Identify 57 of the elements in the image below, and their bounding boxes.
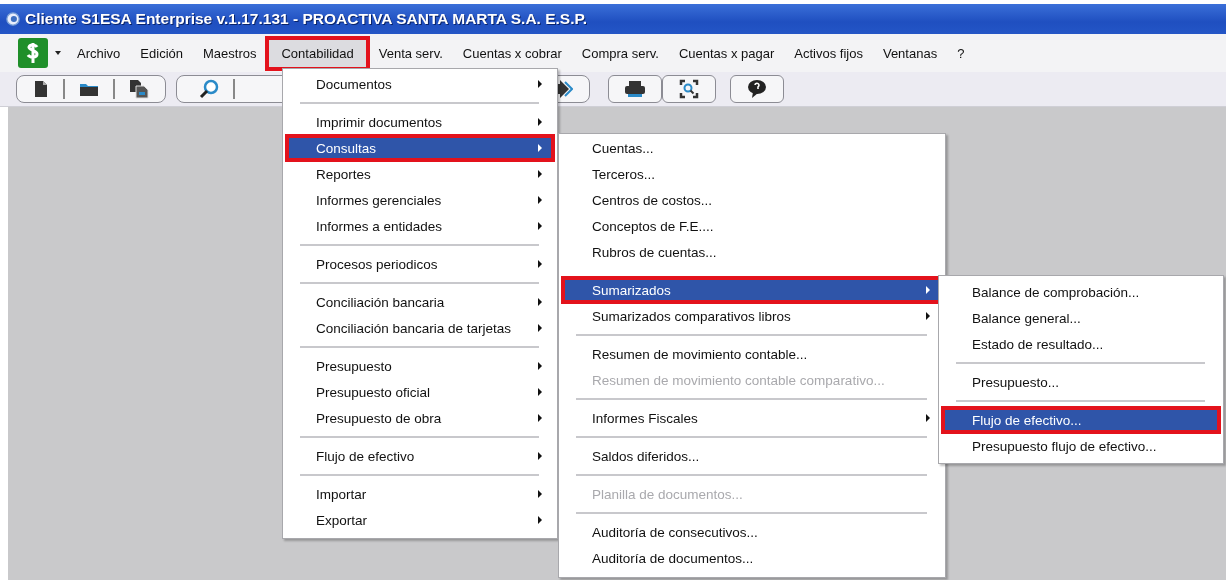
print-button[interactable]	[608, 75, 662, 103]
copy-icon[interactable]	[129, 79, 149, 99]
menu-bar-item[interactable]: Activos fijos	[785, 42, 872, 64]
speech-bubble-icon	[747, 79, 767, 99]
menu-item[interactable]: Conceptos de F.E....	[562, 213, 942, 239]
menu-item[interactable]: Imprimir documentos	[286, 109, 554, 135]
menu-item[interactable]: Presupuesto oficial	[286, 379, 554, 405]
menu-bar-item[interactable]: Cuentas x pagar	[669, 42, 784, 64]
menu-item[interactable]: Sumarizados comparativos libros	[562, 303, 942, 329]
menu-item[interactable]: Exportar	[286, 507, 554, 533]
menu-item[interactable]: Balance de comprobación...	[942, 279, 1220, 305]
menu-bar-item[interactable]: Ventanas	[873, 42, 947, 64]
menu-item[interactable]: Importar	[286, 481, 554, 507]
menu-item[interactable]: Resumen de movimiento contable...	[562, 341, 942, 367]
menu-item[interactable]: Informes a entidades	[286, 213, 554, 239]
menu-item[interactable]: Procesos periodicos	[286, 251, 554, 277]
menu-bar-item[interactable]: Venta serv.	[369, 42, 452, 64]
menu-item[interactable]: Flujo de efectivo...	[942, 407, 1220, 433]
menu-bar-item[interactable]: ?	[948, 42, 974, 64]
menu-item[interactable]: Estado de resultado...	[942, 331, 1220, 357]
preview-button[interactable]	[662, 75, 716, 103]
menu-item[interactable]: Presupuesto...	[942, 369, 1220, 395]
menu-bar-item[interactable]: Contabilidad	[267, 37, 368, 69]
menu-item[interactable]: Cuentas...	[562, 135, 942, 161]
menu-item[interactable]: Informes Fiscales	[562, 405, 942, 431]
menu-item[interactable]: Auditoría de documentos...	[562, 545, 942, 571]
printer-icon	[624, 80, 646, 98]
menu-bar-item[interactable]: Maestros	[194, 42, 266, 64]
dollar-logo-icon[interactable]	[17, 37, 49, 69]
zoom-icon	[679, 79, 699, 99]
menu-bar-item[interactable]: Compra serv.	[572, 42, 668, 64]
menu-item[interactable]: Conciliación bancaria	[286, 289, 554, 315]
menu-item[interactable]: Documentos	[286, 71, 554, 97]
menu-item[interactable]: Presupuesto flujo de efectivo...	[942, 433, 1220, 459]
menu-item[interactable]: Terceros...	[562, 161, 942, 187]
window-title: Cliente S1ESA Enterprise v.1.17.131 - PROACTIVA SANTA MARTA S.A. E.S.P.	[25, 10, 588, 28]
app-icon	[6, 12, 20, 26]
menu-item[interactable]: Rubros de cuentas...	[562, 239, 942, 265]
menu-item[interactable]: Auditoría de consecutivos...	[562, 519, 942, 545]
menu-bar-item[interactable]: Edición	[131, 42, 192, 64]
menu-item[interactable]: Saldos diferidos...	[562, 443, 942, 469]
menu-item[interactable]: Flujo de efectivo	[286, 443, 554, 469]
menu-item[interactable]: Reportes	[286, 161, 554, 187]
menu-item[interactable]: Balance general...	[942, 305, 1220, 331]
folder-icon[interactable]	[79, 81, 99, 97]
menu-item[interactable]: Informes gerenciales	[286, 187, 554, 213]
caret-icon[interactable]	[55, 51, 61, 55]
menu-bar-item[interactable]: Cuentas x cobrar	[453, 42, 571, 64]
menu-item[interactable]: Centros de costos...	[562, 187, 942, 213]
menu-bar-item[interactable]: Archivo	[68, 42, 130, 64]
menu-item[interactable]: Presupuesto de obra	[286, 405, 554, 431]
menu-item[interactable]: Conciliación bancaria de tarjetas	[286, 315, 554, 341]
menu-item[interactable]: Presupuesto	[286, 353, 554, 379]
menu-item[interactable]: Consultas	[286, 135, 554, 161]
help-button[interactable]	[730, 75, 784, 103]
document-icon[interactable]	[33, 80, 49, 98]
search-icon[interactable]	[199, 79, 219, 99]
